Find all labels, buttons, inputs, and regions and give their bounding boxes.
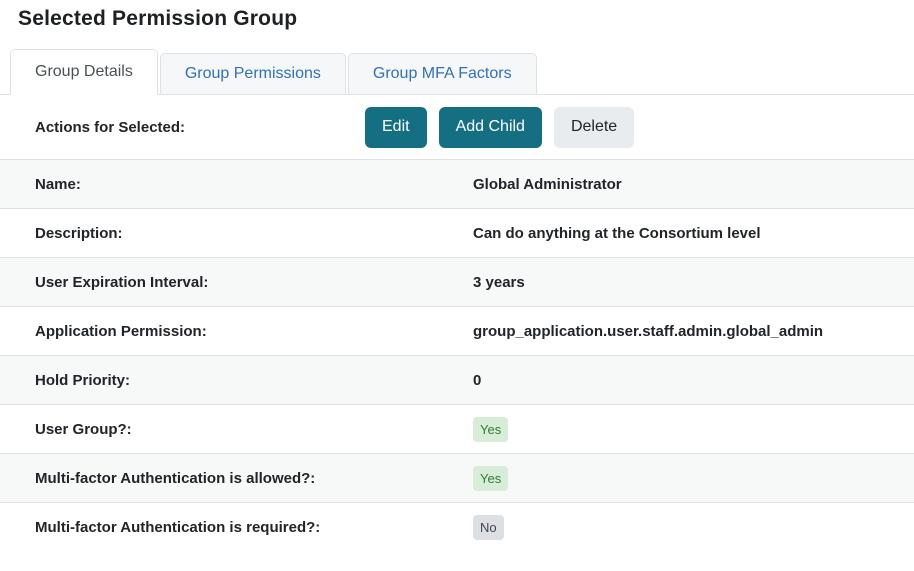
row-user-group-value: Yes [473, 416, 914, 442]
row-user-expiration-interval: User Expiration Interval: 3 years [0, 257, 914, 306]
tab-group-details[interactable]: Group Details [10, 49, 158, 95]
group-details-table: Name: Global Administrator Description: … [0, 159, 914, 551]
row-description-label: Description: [35, 224, 123, 242]
row-description-value: Can do anything at the Consortium level [473, 224, 761, 242]
row-description: Description: Can do anything at the Cons… [0, 208, 914, 257]
row-mfa-allowed-value: Yes [473, 465, 914, 491]
row-user-group: User Group?: Yes [0, 404, 914, 453]
row-name-value: Global Administrator [473, 175, 622, 193]
row-mfa-allowed: Multi-factor Authentication is allowed?:… [0, 453, 914, 502]
row-hold-priority-label: Hold Priority: [35, 371, 131, 389]
row-mfa-required-label: Multi-factor Authentication is required?… [35, 518, 321, 536]
mfa-allowed-status-badge: Yes [473, 465, 509, 491]
row-mfa-required-value: No [473, 514, 914, 540]
row-hold-priority-value: 0 [473, 371, 482, 389]
edit-button[interactable]: Edit [365, 106, 427, 148]
row-user-expiration-interval-value: 3 years [473, 273, 525, 291]
row-application-permission-label: Application Permission: [35, 322, 207, 340]
row-name: Name: Global Administrator [0, 159, 914, 208]
page-title: Selected Permission Group [18, 7, 298, 30]
mfa-required-status-badge: No [473, 514, 504, 540]
row-user-expiration-interval-label: User Expiration Interval: [35, 273, 209, 291]
row-application-permission: Application Permission: group_applicatio… [0, 306, 914, 355]
row-mfa-allowed-label: Multi-factor Authentication is allowed?: [35, 469, 316, 487]
actions-label: Actions for Selected: [35, 118, 186, 136]
delete-button[interactable]: Delete [553, 106, 635, 148]
user-group-status-badge: Yes [473, 416, 509, 442]
row-mfa-required: Multi-factor Authentication is required?… [0, 502, 914, 551]
row-application-permission-value: group_application.user.staff.admin.globa… [473, 322, 824, 340]
add-child-button[interactable]: Add Child [438, 106, 542, 148]
tab-group-permissions[interactable]: Group Permissions [159, 53, 346, 95]
row-hold-priority: Hold Priority: 0 [0, 355, 914, 404]
row-user-group-label: User Group?: [35, 420, 132, 438]
tab-group-mfa-factors[interactable]: Group MFA Factors [347, 53, 537, 95]
actions-row: Actions for Selected: Edit Add Child Del… [0, 95, 914, 159]
tab-bar: Group Details Group Permissions Group MF… [0, 47, 914, 95]
row-name-label: Name: [35, 175, 81, 193]
